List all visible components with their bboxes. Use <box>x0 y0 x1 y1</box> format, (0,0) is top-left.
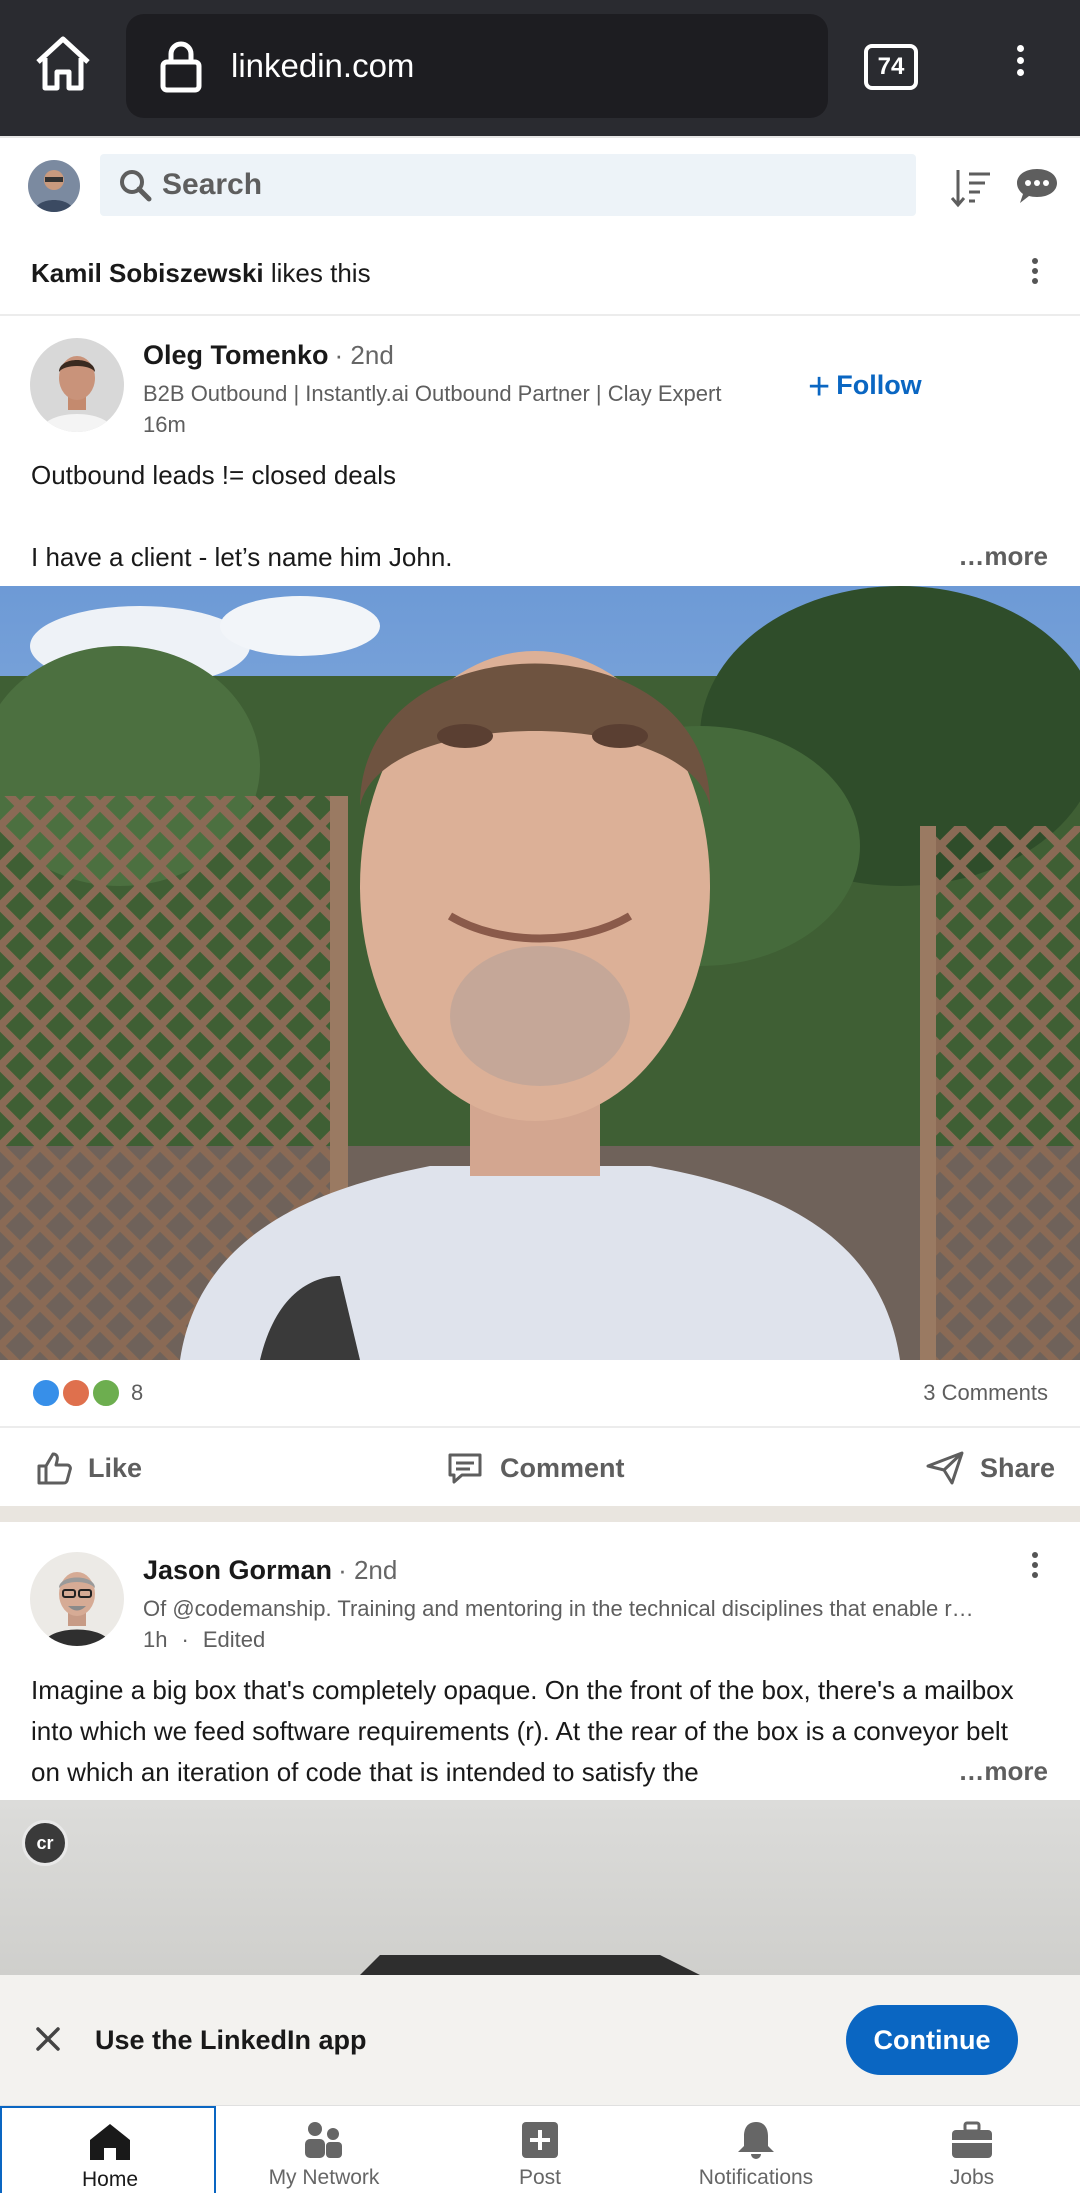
nav-post[interactable]: Post <box>432 2106 648 2193</box>
tab-switcher-button[interactable]: 74 <box>864 44 918 90</box>
connection-degree: · 2nd <box>338 1555 398 1585</box>
see-more-link[interactable]: …more <box>958 541 1048 572</box>
post-actions: Like Comment Share <box>0 1426 1080 1506</box>
app-install-banner: Use the LinkedIn app Continue <box>0 1975 1080 2105</box>
author-headline: Of @codemanship. Training and mentoring … <box>143 1596 974 1621</box>
search-input[interactable]: Search <box>100 154 916 216</box>
bottom-navigation: Home My Network Post Notifications Jobs <box>0 2105 1080 2193</box>
celebrate-reaction-icon <box>91 1378 121 1408</box>
send-icon <box>926 1451 964 1485</box>
nav-notifications[interactable]: Notifications <box>648 2106 864 2193</box>
post-options-icon[interactable] <box>1020 1548 1050 1588</box>
sort-icon[interactable] <box>950 168 992 208</box>
feed-separator <box>0 1506 1080 1522</box>
post-timestamp: 16m <box>143 412 186 437</box>
post-options-icon[interactable] <box>1020 254 1050 294</box>
author-headline: B2B Outbound | Instantly.ai Outbound Par… <box>143 381 722 406</box>
post-photo[interactable] <box>0 586 1080 1360</box>
people-icon <box>305 2122 342 2158</box>
nav-label: My Network <box>268 2166 380 2189</box>
share-button[interactable]: Share <box>926 1428 1055 1508</box>
like-reaction-icon <box>31 1378 61 1408</box>
briefcase-icon <box>952 2121 992 2158</box>
like-icon <box>37 1452 72 1485</box>
plus-icon: + <box>808 366 831 408</box>
post-text-line: I have a client - let’s name him John. <box>31 542 453 572</box>
social-context: Kamil Sobiszewski likes this <box>31 258 371 289</box>
search-placeholder: Search <box>162 168 263 201</box>
reaction-count: 8 <box>131 1380 144 1405</box>
url-text: linkedin.com <box>231 47 415 84</box>
author-avatar[interactable] <box>30 338 124 432</box>
plus-square-icon <box>522 2122 558 2158</box>
author-avatar[interactable] <box>30 1552 124 1646</box>
nav-home[interactable]: Home <box>0 2106 216 2193</box>
like-button[interactable]: Like <box>36 1428 142 1508</box>
nav-label: Notifications <box>698 2166 814 2189</box>
connection-degree: · 2nd <box>334 340 394 370</box>
article-image[interactable]: cr <box>0 1800 1080 1975</box>
author-name[interactable]: Oleg Tomenko · 2nd <box>143 340 394 371</box>
edited-label: Edited <box>202 1627 266 1652</box>
search-icon <box>118 168 152 202</box>
comment-icon <box>448 1453 482 1484</box>
post-text: Imagine a big box that's completely opaq… <box>31 1675 1014 1787</box>
follow-button[interactable]: + Follow <box>808 366 922 409</box>
context-action: likes this <box>263 258 371 288</box>
comment-button[interactable]: Comment <box>446 1428 625 1508</box>
post-timestamp: 1h · Edited <box>143 1627 266 1652</box>
nav-label: Jobs <box>949 2166 995 2189</box>
browser-toolbar: linkedin.com 74 <box>0 0 1080 136</box>
home-icon[interactable] <box>30 30 96 96</box>
banner-text: Use the LinkedIn app <box>95 2025 367 2055</box>
lock-icon <box>156 38 206 94</box>
love-reaction-icon <box>61 1378 91 1408</box>
profile-avatar[interactable] <box>28 160 80 212</box>
close-icon[interactable] <box>30 2021 66 2057</box>
context-actor[interactable]: Kamil Sobiszewski <box>31 258 264 288</box>
browser-menu-icon[interactable] <box>1000 40 1040 96</box>
nav-jobs[interactable]: Jobs <box>864 2106 1080 2193</box>
see-more-link[interactable]: …more <box>918 1756 1048 1787</box>
post-text-line: Outbound leads != closed deals <box>31 460 396 490</box>
nav-label: Home <box>81 2168 139 2191</box>
author-name[interactable]: Jason Gorman · 2nd <box>143 1555 397 1586</box>
messaging-icon[interactable] <box>1015 166 1059 206</box>
continue-button[interactable]: Continue <box>846 2005 1018 2075</box>
comments-count[interactable]: 3 Comments <box>923 1380 1048 1406</box>
address-bar[interactable]: linkedin.com <box>126 14 828 118</box>
divider <box>0 314 1080 316</box>
nav-label: Post <box>518 2166 562 2189</box>
nav-my-network[interactable]: My Network <box>216 2106 432 2193</box>
app-header: Search <box>0 136 1080 232</box>
bell-icon <box>738 2122 774 2159</box>
home-icon <box>90 2124 130 2160</box>
